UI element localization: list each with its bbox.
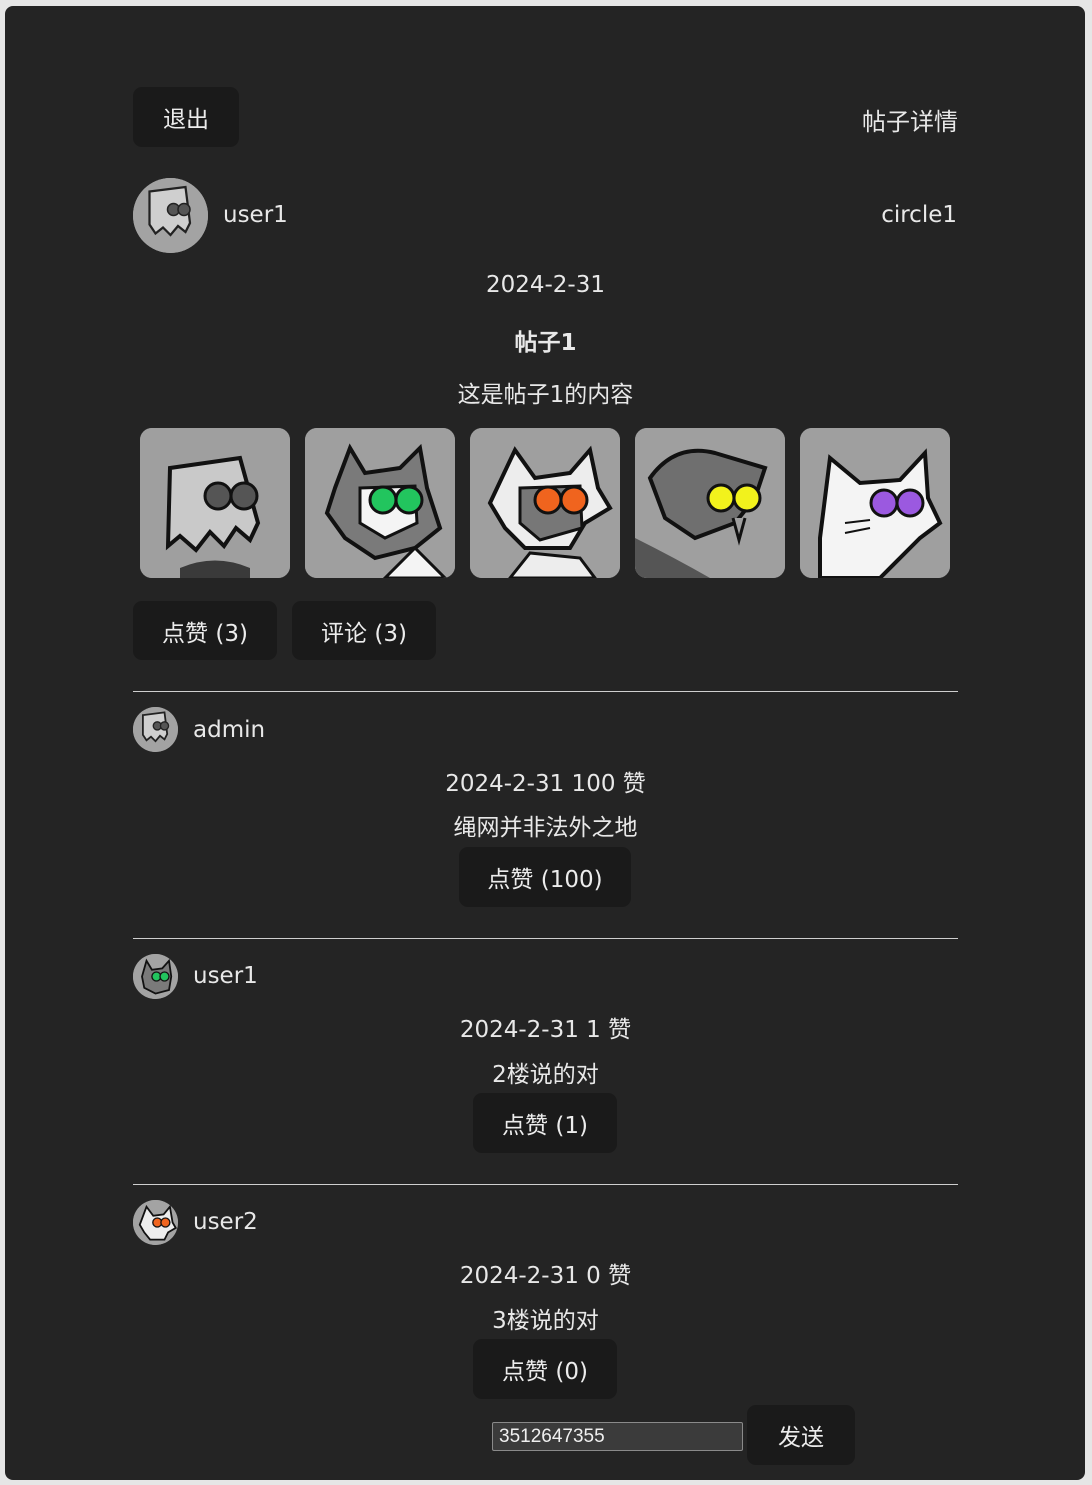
comment-text: 绳网并非法外之地 [453,815,638,841]
post-author-name[interactable]: user1 [223,202,288,228]
comment-like-button[interactable]: 点赞 (1) [473,1093,617,1153]
comment-divider [133,691,958,692]
post-image-4[interactable] [635,428,785,578]
comment-username[interactable]: user2 [193,1209,258,1235]
comment-text: 3楼说的对 [492,1308,599,1334]
post-image-3[interactable] [470,428,620,578]
comment-like-label: 点赞 (100) [487,867,603,893]
post-comment-button[interactable]: 评论 (3) [292,601,436,660]
comment-username[interactable]: admin [193,717,265,743]
paperbag-character-icon [140,428,290,578]
app-window: 退出 帖子详情 user1 circle1 2024-2-31 帖子1 这是帖子… [5,6,1085,1480]
post-title: 帖子1 [514,330,577,356]
logout-button[interactable]: 退出 [133,87,239,147]
post-author-avatar[interactable] [133,178,208,253]
post-circle-name[interactable]: circle1 [881,202,957,228]
white-cat-character-purple-icon [800,428,950,578]
comment-avatar[interactable] [133,1200,178,1245]
comment-meta: 2024-2-31 0 赞 [459,1263,632,1289]
post-content: 这是帖子1的内容 [457,382,634,408]
comment-text: 2楼说的对 [492,1062,599,1088]
send-button[interactable]: 发送 [747,1405,855,1465]
post-like-label: 点赞 (3) [162,620,248,647]
send-label: 发送 [778,1425,824,1451]
comment-username[interactable]: user1 [193,963,258,989]
comment-avatar[interactable] [133,707,178,752]
post-comment-label: 评论 (3) [321,620,407,647]
post-date: 2024-2-31 [485,272,606,298]
page-title: 帖子详情 [862,108,958,136]
post-image-1[interactable] [140,428,290,578]
post-image-2[interactable] [305,428,455,578]
comment-divider [133,1184,958,1185]
dog-character-yellow-icon [635,428,785,578]
cat-character-green-icon [305,428,455,578]
cat-green-avatar-icon [133,954,178,999]
post-image-5[interactable] [800,428,950,578]
comment-avatar[interactable] [133,954,178,999]
cat-character-orange-icon [470,428,620,578]
post-like-button[interactable]: 点赞 (3) [133,601,277,660]
comment-meta: 2024-2-31 1 赞 [459,1017,632,1043]
comment-like-button[interactable]: 点赞 (100) [459,847,631,907]
logout-label: 退出 [163,107,209,133]
cat-orange-avatar-icon [133,1200,178,1245]
paperbag-avatar-icon [133,178,208,253]
comment-meta: 2024-2-31 100 赞 [445,771,646,797]
comment-like-button[interactable]: 点赞 (0) [473,1339,617,1399]
comment-like-label: 点赞 (1) [502,1113,588,1139]
comment-divider [133,938,958,939]
paperbag-avatar-icon [133,707,178,752]
comment-like-label: 点赞 (0) [502,1359,588,1385]
comment-input[interactable] [492,1422,743,1451]
